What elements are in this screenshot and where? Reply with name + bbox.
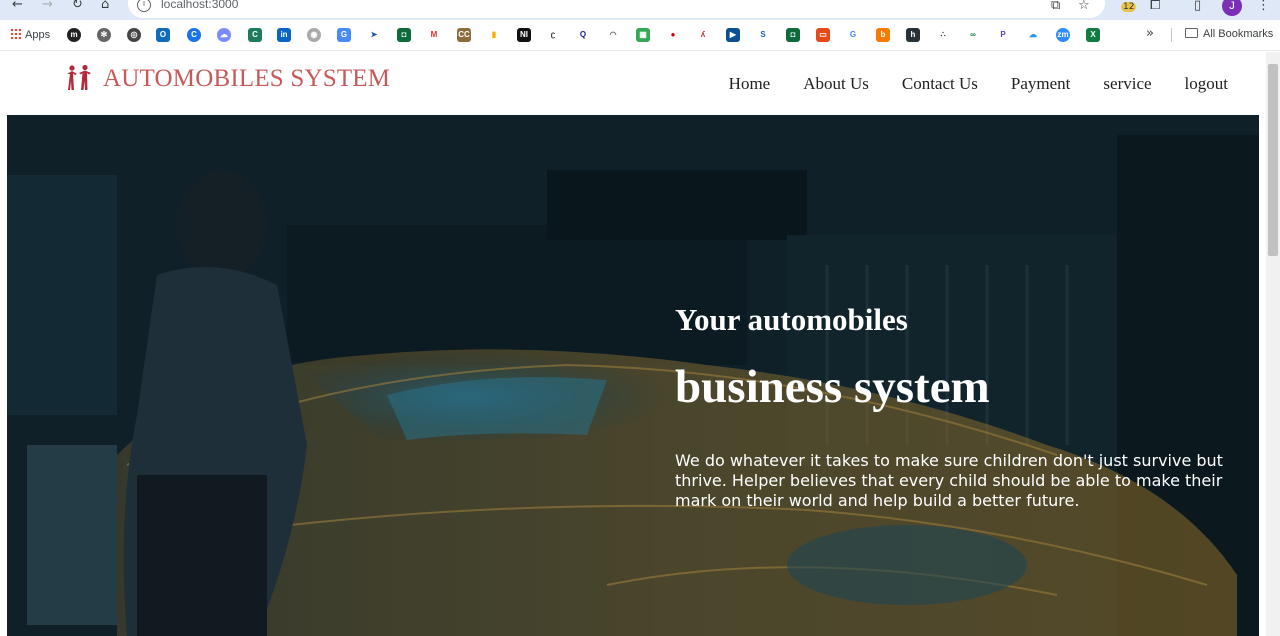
- bookmark-m-icon[interactable]: m: [67, 28, 81, 42]
- bookmark-linkedin-icon[interactable]: in: [277, 28, 291, 42]
- url-text[interactable]: localhost:3000: [161, 0, 238, 11]
- people-logo-icon: [67, 64, 91, 90]
- nav-service-link[interactable]: service: [1103, 74, 1151, 94]
- bookmarks-separator: [1171, 28, 1172, 42]
- bookmark-orange-icon[interactable]: ▭: [816, 28, 830, 42]
- bookmark-redhat-icon[interactable]: ●: [666, 28, 680, 42]
- bookmark-s-icon[interactable]: S: [756, 28, 770, 42]
- extension-badge[interactable]: 12: [1121, 2, 1137, 12]
- extensions-puzzle-icon[interactable]: ⧠: [1150, 0, 1160, 13]
- hero-heading-line2: business system: [675, 361, 990, 413]
- bookmark-arrow-icon[interactable]: ➤: [367, 28, 381, 42]
- bookmark-star-icon[interactable]: ☆: [1078, 0, 1090, 13]
- bookmark-cc-icon[interactable]: CC: [457, 28, 471, 42]
- profile-avatar[interactable]: J: [1222, 0, 1242, 16]
- nav-about-link[interactable]: About Us: [803, 74, 869, 94]
- bookmark-p-icon[interactable]: P: [996, 28, 1010, 42]
- apps-grid-icon: [10, 28, 22, 40]
- back-arrow-icon[interactable]: ←: [12, 0, 23, 12]
- bookmark-eye-icon[interactable]: ◠: [606, 28, 620, 42]
- menu-kebab-icon[interactable]: ⋮: [1257, 0, 1270, 13]
- bookmark-map-icon[interactable]: ▦: [636, 28, 650, 42]
- bookmarks-bar: Apps m ✻ ◎ O C ☁ C in ◉ G ➤ ◘ M CC ▮ NI …: [0, 20, 1280, 51]
- bookmark-cloud2-icon[interactable]: ☁: [1026, 28, 1040, 42]
- home-icon[interactable]: ⌂: [101, 0, 109, 12]
- forward-arrow-icon[interactable]: →: [42, 0, 53, 12]
- bookmark-github-icon[interactable]: ◉: [307, 28, 321, 42]
- bookmark-cloud-icon[interactable]: ☁: [217, 28, 231, 42]
- hero-description: We do whatever it takes to make sure chi…: [675, 451, 1223, 510]
- bookmark-c-green-icon[interactable]: C: [248, 28, 262, 42]
- nav-payment-link[interactable]: Payment: [1011, 74, 1071, 94]
- install-app-icon[interactable]: ⧉: [1051, 0, 1060, 13]
- bookmark-outlook-icon[interactable]: O: [156, 28, 170, 42]
- bookmark-gmail-icon[interactable]: M: [427, 28, 441, 42]
- bookmark-figure-icon[interactable]: ʎ: [696, 28, 710, 42]
- bookmark-square-green-icon[interactable]: ◘: [397, 28, 411, 42]
- address-bar[interactable]: [128, 0, 1105, 18]
- reload-icon[interactable]: ↻: [72, 0, 83, 12]
- scrollbar-thumb[interactable]: [1268, 64, 1278, 256]
- bookmark-dots-icon[interactable]: ∴: [936, 28, 950, 42]
- bookmark-infinity-icon[interactable]: ∞: [966, 28, 980, 42]
- bookmark-apps[interactable]: Apps: [10, 28, 50, 41]
- bookmark-q-icon[interactable]: Q: [576, 28, 590, 42]
- page-scrollbar[interactable]: [1266, 52, 1280, 636]
- site-logo[interactable]: AUTOMOBILES SYSTEM: [64, 64, 390, 94]
- bookmark-gear-icon[interactable]: ✻: [97, 28, 111, 42]
- bookmark-swirl-icon[interactable]: ʗ: [546, 28, 560, 42]
- nav-home-link[interactable]: Home: [729, 74, 771, 94]
- bookmark-google-icon[interactable]: G: [846, 28, 860, 42]
- bookmark-b-icon[interactable]: b: [876, 28, 890, 42]
- bookmark-circle-icon[interactable]: ◎: [127, 28, 141, 42]
- site-navbar: AUTOMOBILES SYSTEM Home About Us Contact…: [0, 52, 1266, 115]
- browser-toolbar: ← → ↻ ⌂ i localhost:3000 ⧉ ☆ 12 ⧠ ▯ J ⋮: [0, 0, 1280, 20]
- bookmark-c-icon[interactable]: C: [187, 28, 201, 42]
- bookmark-zoom-icon[interactable]: zm: [1056, 28, 1070, 42]
- hero-content: Your automobiles business system We do w…: [675, 301, 1235, 511]
- bookmark-translate-icon[interactable]: G: [337, 28, 351, 42]
- logo-text: AUTOMOBILES SYSTEM: [103, 65, 391, 92]
- hero-banner: Your automobiles business system We do w…: [7, 115, 1259, 636]
- bookmark-excel-icon[interactable]: X: [1086, 28, 1100, 42]
- nav-contact-link[interactable]: Contact Us: [902, 74, 978, 94]
- hero-heading-line1: Your automobiles: [675, 302, 908, 337]
- bookmark-ni-icon[interactable]: NI: [517, 28, 531, 42]
- bookmark-play-icon[interactable]: ▶: [726, 28, 740, 42]
- web-page: AUTOMOBILES SYSTEM Home About Us Contact…: [0, 52, 1266, 636]
- bookmark-analytics-icon[interactable]: ▮: [487, 28, 501, 42]
- bookmark-h-icon[interactable]: h: [906, 28, 920, 42]
- all-bookmarks[interactable]: All Bookmarks: [1185, 28, 1273, 40]
- bookmarks-more-icon[interactable]: »: [1146, 26, 1154, 41]
- nav-links: Home About Us Contact Us Payment service…: [696, 74, 1228, 94]
- folder-icon: [1185, 28, 1198, 38]
- bookmark-square-green2-icon[interactable]: ◘: [786, 28, 800, 42]
- side-panel-icon[interactable]: ▯: [1194, 0, 1201, 13]
- nav-logout-link[interactable]: logout: [1185, 74, 1228, 94]
